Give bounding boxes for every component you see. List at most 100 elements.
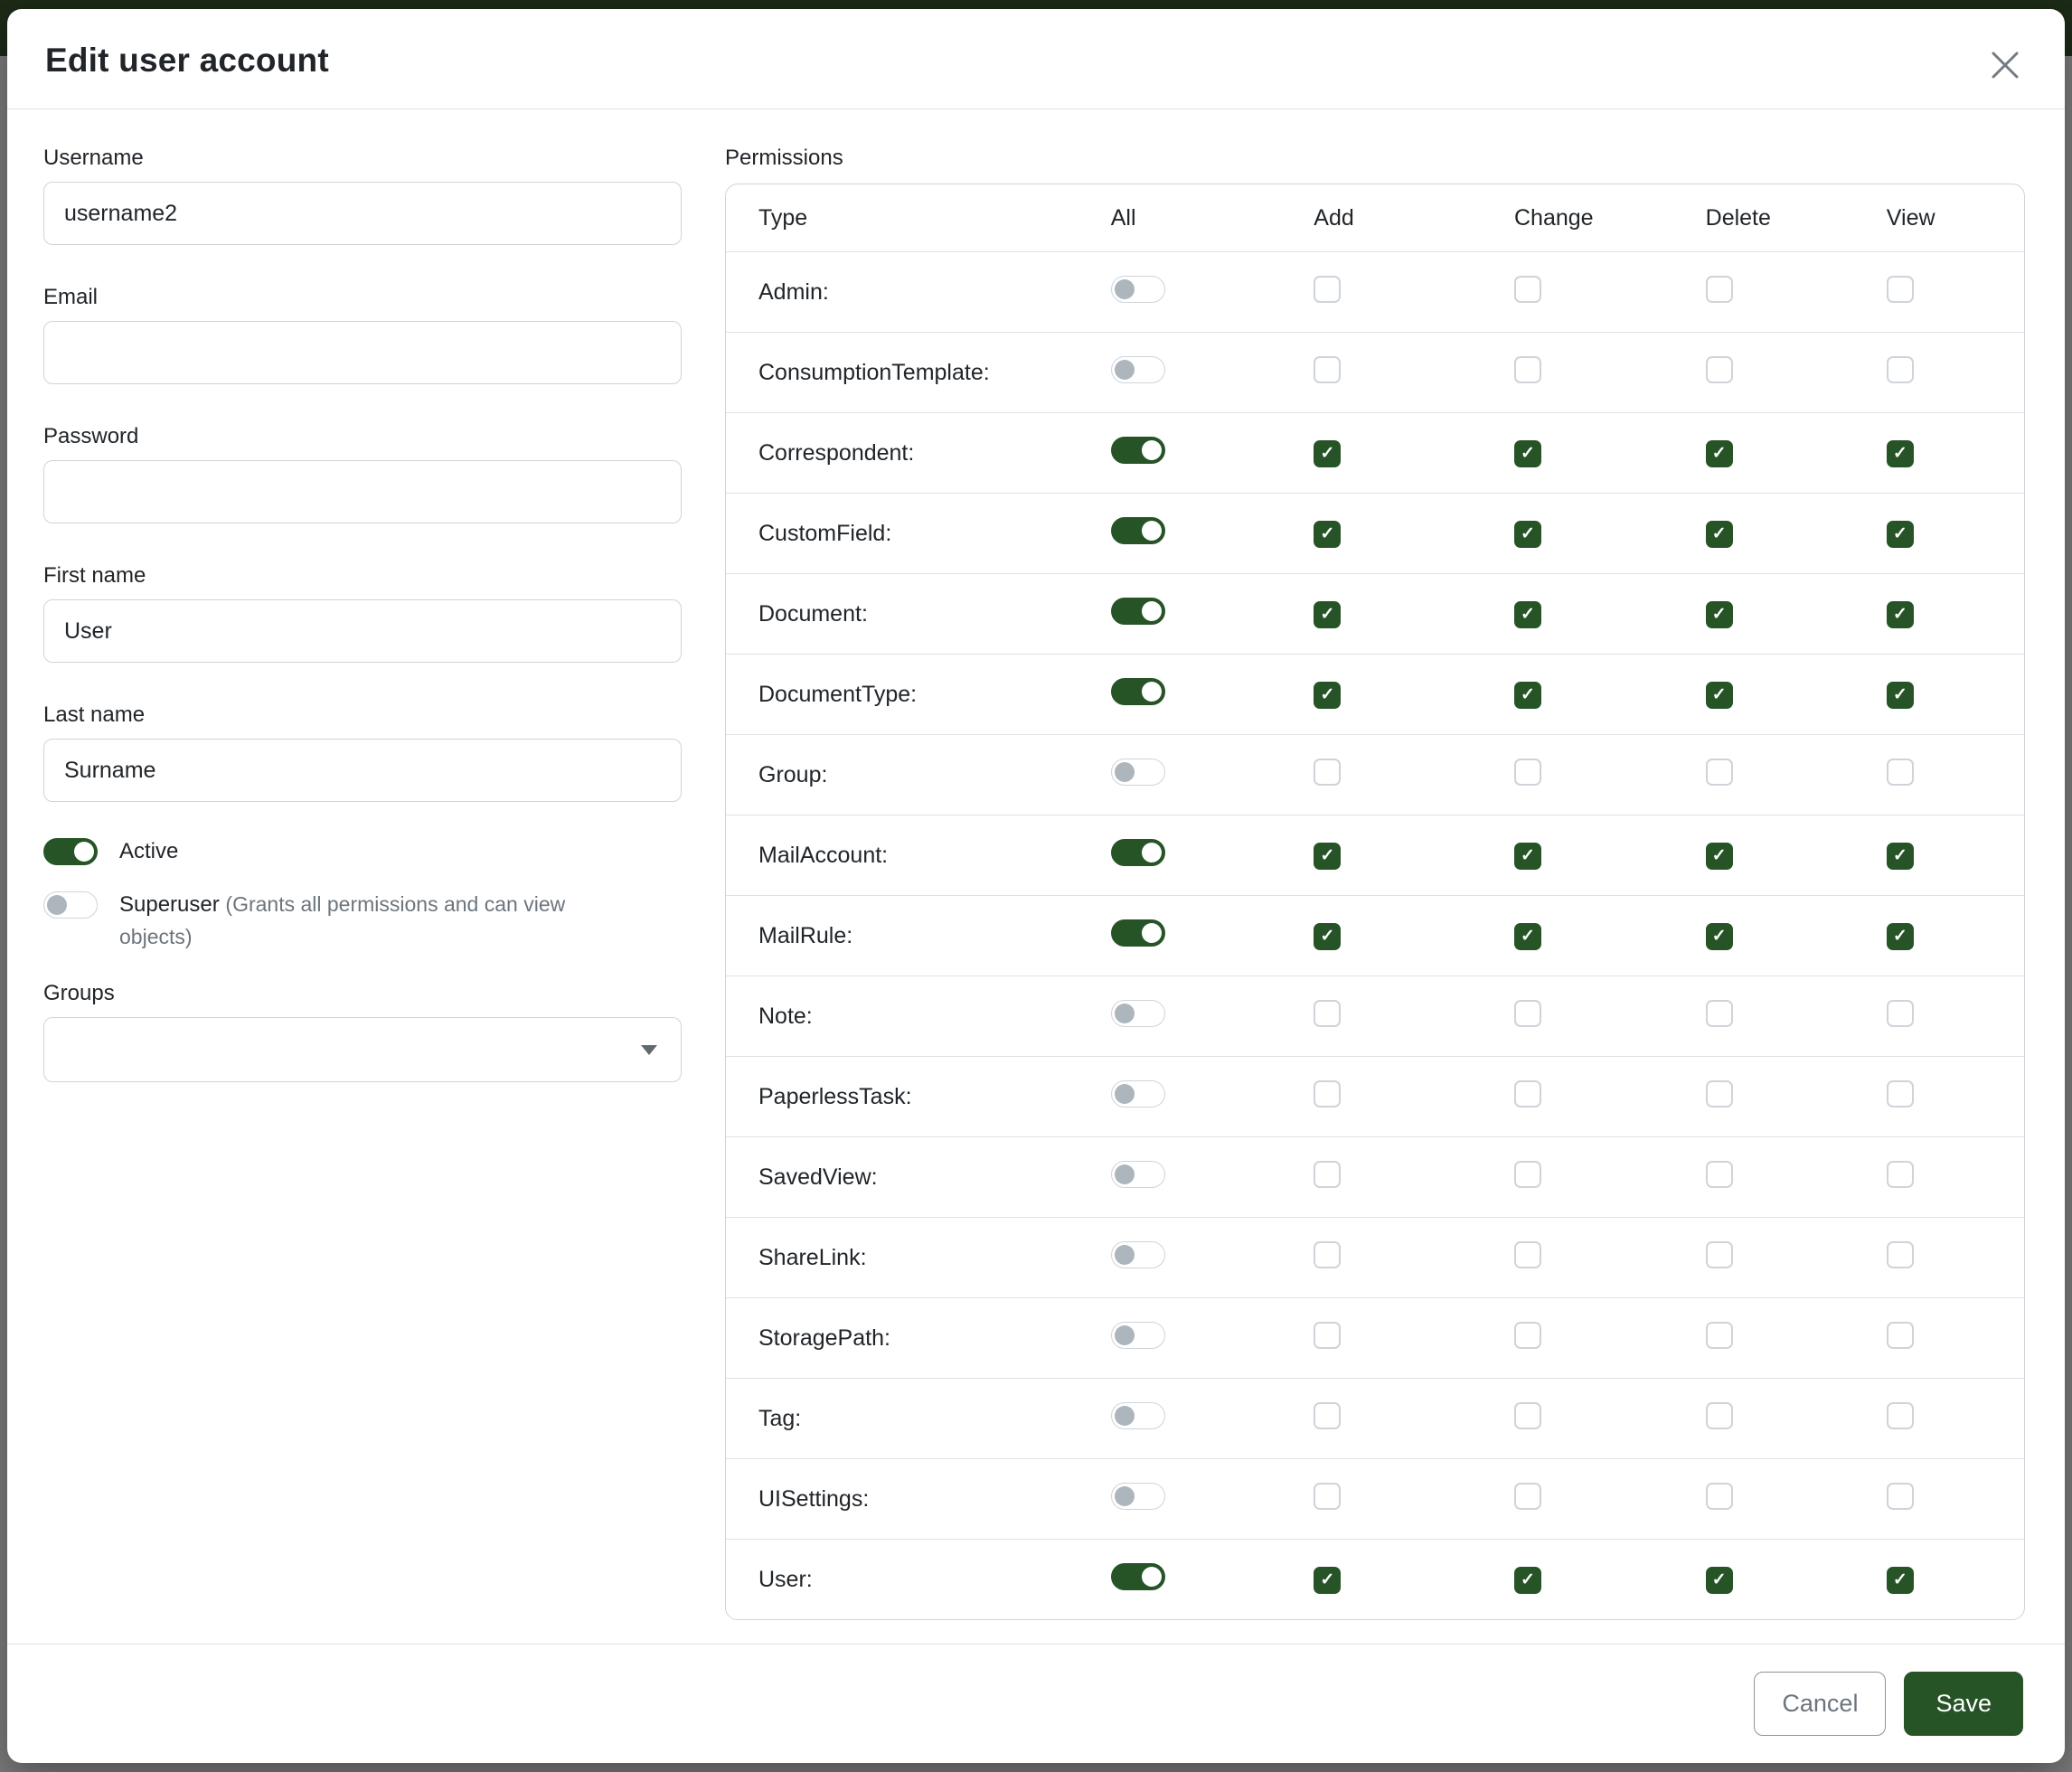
- permission-change-checkbox[interactable]: [1514, 356, 1541, 383]
- permission-change-checkbox[interactable]: ✓: [1514, 923, 1541, 950]
- permission-add-checkbox[interactable]: [1314, 1322, 1341, 1349]
- permission-all-toggle[interactable]: [1111, 1402, 1165, 1429]
- active-toggle[interactable]: [43, 838, 98, 865]
- permission-all-toggle[interactable]: [1111, 517, 1165, 544]
- permission-view-checkbox[interactable]: ✓: [1887, 1567, 1914, 1594]
- last-name-input[interactable]: [43, 739, 682, 802]
- permission-delete-checkbox[interactable]: ✓: [1706, 1567, 1733, 1594]
- permission-view-checkbox[interactable]: [1887, 1241, 1914, 1268]
- permission-delete-checkbox[interactable]: ✓: [1706, 923, 1733, 950]
- permission-delete-checkbox[interactable]: [1706, 276, 1733, 303]
- permission-add-checkbox[interactable]: [1314, 1080, 1341, 1108]
- permission-add-checkbox[interactable]: ✓: [1314, 682, 1341, 709]
- permission-change-checkbox[interactable]: [1514, 1080, 1541, 1108]
- toggle-knob: [1115, 360, 1135, 380]
- permission-change-checkbox[interactable]: ✓: [1514, 440, 1541, 467]
- permissions-label: Permissions: [725, 146, 2025, 171]
- permission-change-checkbox[interactable]: [1514, 1402, 1541, 1429]
- permission-delete-checkbox[interactable]: ✓: [1706, 843, 1733, 870]
- cancel-button[interactable]: Cancel: [1754, 1672, 1886, 1736]
- email-input[interactable]: [43, 321, 682, 384]
- permission-view-checkbox[interactable]: ✓: [1887, 843, 1914, 870]
- permission-add-checkbox[interactable]: [1314, 1241, 1341, 1268]
- permission-view-checkbox[interactable]: [1887, 1000, 1914, 1027]
- permission-all-toggle[interactable]: [1111, 1080, 1165, 1108]
- permission-add-checkbox[interactable]: [1314, 356, 1341, 383]
- first-name-input[interactable]: [43, 599, 682, 663]
- permission-delete-checkbox[interactable]: [1706, 1241, 1733, 1268]
- permission-delete-checkbox[interactable]: [1706, 1322, 1733, 1349]
- permission-add-checkbox[interactable]: [1314, 759, 1341, 786]
- permission-all-toggle[interactable]: [1111, 276, 1165, 303]
- permission-add-checkbox[interactable]: ✓: [1314, 601, 1341, 628]
- permission-view-checkbox[interactable]: ✓: [1887, 601, 1914, 628]
- permission-all-toggle[interactable]: [1111, 1161, 1165, 1188]
- permission-all-toggle[interactable]: [1111, 839, 1165, 866]
- permission-add-checkbox[interactable]: [1314, 1483, 1341, 1510]
- permission-add-checkbox[interactable]: ✓: [1314, 521, 1341, 548]
- permission-all-toggle[interactable]: [1111, 1483, 1165, 1510]
- permission-delete-checkbox[interactable]: [1706, 1402, 1733, 1429]
- permission-add-checkbox[interactable]: [1314, 1000, 1341, 1027]
- permission-view-checkbox[interactable]: ✓: [1887, 682, 1914, 709]
- permission-delete-checkbox[interactable]: [1706, 1000, 1733, 1027]
- permission-all-toggle[interactable]: [1111, 1563, 1165, 1590]
- permission-change-checkbox[interactable]: [1514, 1483, 1541, 1510]
- permission-view-checkbox[interactable]: ✓: [1887, 521, 1914, 548]
- permission-all-toggle[interactable]: [1111, 759, 1165, 786]
- permission-change-checkbox[interactable]: ✓: [1514, 521, 1541, 548]
- permission-change-checkbox[interactable]: [1514, 276, 1541, 303]
- permission-all-toggle[interactable]: [1111, 1322, 1165, 1349]
- permission-view-checkbox[interactable]: [1887, 1161, 1914, 1188]
- permission-delete-checkbox[interactable]: [1706, 1483, 1733, 1510]
- groups-select[interactable]: [43, 1017, 682, 1082]
- permission-all-toggle[interactable]: [1111, 356, 1165, 383]
- permission-add-checkbox[interactable]: [1314, 1161, 1341, 1188]
- permission-change-checkbox[interactable]: ✓: [1514, 682, 1541, 709]
- superuser-toggle[interactable]: [43, 891, 98, 919]
- permission-add-checkbox[interactable]: [1314, 1402, 1341, 1429]
- save-button[interactable]: Save: [1904, 1672, 2023, 1736]
- permission-view-checkbox[interactable]: [1887, 1483, 1914, 1510]
- permission-delete-checkbox[interactable]: [1706, 759, 1733, 786]
- permission-change-checkbox[interactable]: [1514, 1000, 1541, 1027]
- permission-all-toggle[interactable]: [1111, 598, 1165, 625]
- permission-add-checkbox[interactable]: ✓: [1314, 843, 1341, 870]
- permission-delete-checkbox[interactable]: ✓: [1706, 521, 1733, 548]
- table-row: Tag:: [726, 1379, 2024, 1459]
- permission-view-checkbox[interactable]: ✓: [1887, 923, 1914, 950]
- permission-change-checkbox[interactable]: ✓: [1514, 843, 1541, 870]
- permission-delete-checkbox[interactable]: [1706, 1080, 1733, 1108]
- permission-view-checkbox[interactable]: [1887, 356, 1914, 383]
- permission-delete-checkbox[interactable]: [1706, 1161, 1733, 1188]
- permission-change-checkbox[interactable]: ✓: [1514, 1567, 1541, 1594]
- permission-all-toggle[interactable]: [1111, 678, 1165, 705]
- permission-view-checkbox[interactable]: [1887, 276, 1914, 303]
- permission-delete-checkbox[interactable]: [1706, 356, 1733, 383]
- permission-change-checkbox[interactable]: ✓: [1514, 601, 1541, 628]
- permission-all-toggle[interactable]: [1111, 1241, 1165, 1268]
- permission-add-checkbox[interactable]: [1314, 276, 1341, 303]
- password-input[interactable]: [43, 460, 682, 523]
- permission-change-checkbox[interactable]: [1514, 1161, 1541, 1188]
- permission-delete-checkbox[interactable]: ✓: [1706, 601, 1733, 628]
- permission-change-checkbox[interactable]: [1514, 1322, 1541, 1349]
- username-input[interactable]: [43, 182, 682, 245]
- permission-view-checkbox[interactable]: [1887, 759, 1914, 786]
- permission-change-checkbox[interactable]: [1514, 1241, 1541, 1268]
- permission-view-checkbox[interactable]: [1887, 1322, 1914, 1349]
- permission-add-checkbox[interactable]: ✓: [1314, 440, 1341, 467]
- permission-view-checkbox[interactable]: ✓: [1887, 440, 1914, 467]
- modal-footer: Cancel Save: [7, 1644, 2065, 1763]
- permission-all-toggle[interactable]: [1111, 437, 1165, 464]
- permission-change-checkbox[interactable]: [1514, 759, 1541, 786]
- close-button[interactable]: [1987, 47, 2023, 83]
- permission-view-checkbox[interactable]: [1887, 1080, 1914, 1108]
- permission-delete-checkbox[interactable]: ✓: [1706, 440, 1733, 467]
- permission-all-toggle[interactable]: [1111, 919, 1165, 947]
- permission-all-toggle[interactable]: [1111, 1000, 1165, 1027]
- permission-add-checkbox[interactable]: ✓: [1314, 923, 1341, 950]
- permission-add-checkbox[interactable]: ✓: [1314, 1567, 1341, 1594]
- permission-view-checkbox[interactable]: [1887, 1402, 1914, 1429]
- permission-delete-checkbox[interactable]: ✓: [1706, 682, 1733, 709]
